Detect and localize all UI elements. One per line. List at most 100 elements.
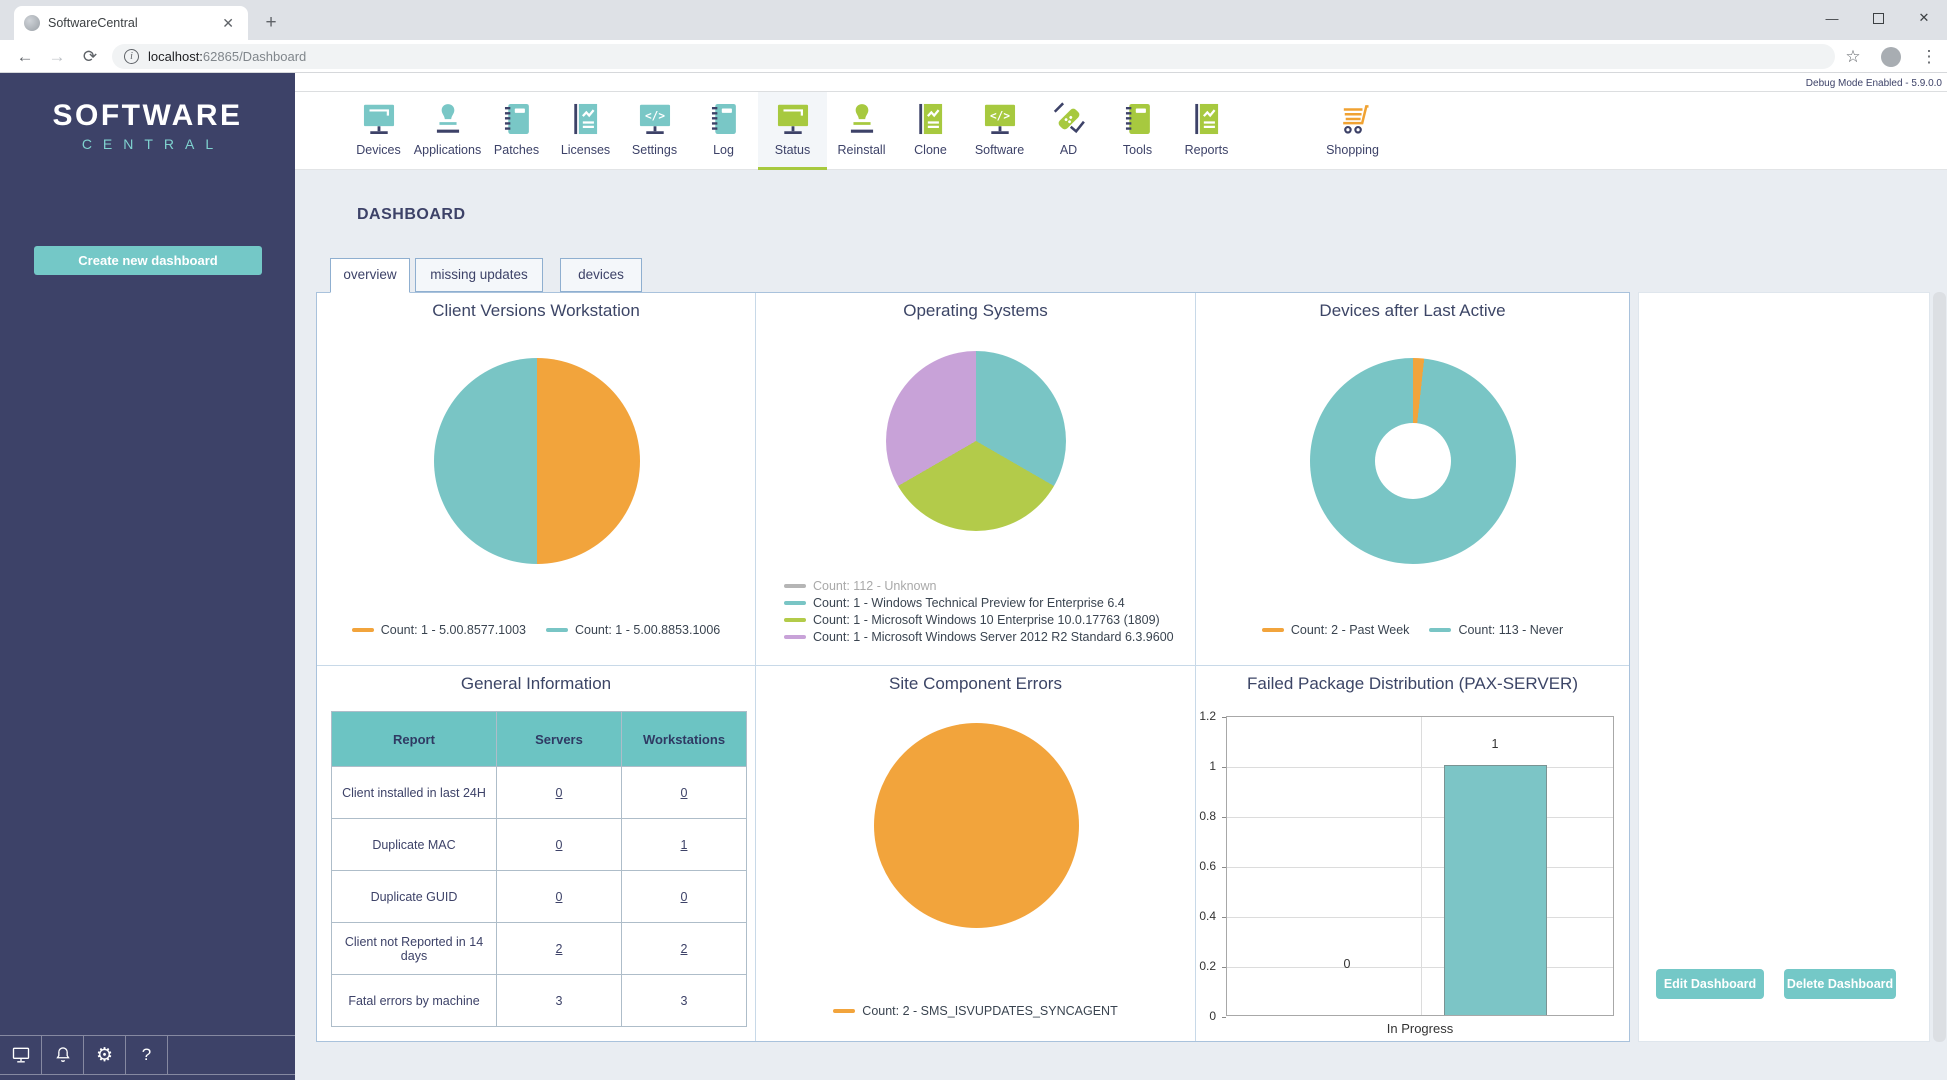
axis-tick bbox=[1222, 817, 1226, 818]
y-axis-tick-label: 1.2 bbox=[1190, 709, 1216, 723]
notebook-icon bbox=[497, 99, 537, 139]
minimize-button[interactable]: — bbox=[1809, 0, 1855, 36]
table-row: Duplicate MAC01 bbox=[332, 819, 747, 871]
toolbar-item-status[interactable]: Status bbox=[758, 92, 827, 170]
edit-dashboard-button[interactable]: Edit Dashboard bbox=[1656, 969, 1764, 999]
toolbar-item-shopping[interactable]: Shopping bbox=[1318, 92, 1387, 170]
create-new-dashboard-button[interactable]: Create new dashboard bbox=[34, 246, 262, 275]
bookmark-star-icon[interactable]: ☆ bbox=[1838, 40, 1868, 73]
workstations-count-cell: 0 bbox=[622, 767, 747, 819]
toolbar-item-software[interactable]: </>Software bbox=[965, 92, 1034, 170]
legend-label: Count: 1 - Windows Technical Preview for… bbox=[813, 596, 1125, 610]
table-header-servers: Servers bbox=[497, 712, 622, 767]
widget-title: Operating Systems bbox=[756, 301, 1195, 321]
toolbar-item-ad[interactable]: AD bbox=[1034, 92, 1103, 170]
count-link[interactable]: 0 bbox=[681, 786, 688, 800]
widget-title: Client Versions Workstation bbox=[317, 301, 755, 321]
pie-chart bbox=[434, 358, 640, 564]
workstations-count-cell: 1 bbox=[622, 819, 747, 871]
table-row: Client installed in last 24H 0 0 bbox=[332, 767, 747, 819]
toolbar-item-tools[interactable]: Tools bbox=[1103, 92, 1172, 170]
close-button[interactable]: ✕ bbox=[1901, 0, 1947, 36]
chart-legend-item[interactable]: Count: 1 - Windows Technical Preview for… bbox=[784, 596, 1174, 610]
toolbar-item-devices[interactable]: Devices bbox=[344, 92, 413, 170]
notebook-icon bbox=[1118, 99, 1158, 139]
notifications-bell-icon[interactable] bbox=[42, 1036, 84, 1074]
count-link[interactable]: 2 bbox=[681, 942, 688, 956]
debug-strip: Debug Mode Enabled - 5.9.0.0 bbox=[295, 73, 1947, 92]
chart-legend-item[interactable]: Count: 2 - SMS_ISVUPDATES_SYNCAGENT bbox=[833, 1004, 1117, 1018]
workstations-count-cell: 3 bbox=[622, 975, 747, 1027]
app-logo: SOFTWARE CENTRAL bbox=[0, 73, 295, 152]
dashboard-panel: Client Versions Workstation Count: 1 - 5.… bbox=[316, 292, 1630, 1042]
forward-icon[interactable]: → bbox=[42, 40, 72, 73]
legend-dash bbox=[546, 628, 568, 632]
axis-tick bbox=[1222, 1017, 1226, 1018]
window-controls: — ✕ bbox=[1809, 0, 1947, 36]
notebook-icon bbox=[704, 99, 744, 139]
toolbar-item-reinstall[interactable]: Reinstall bbox=[827, 92, 896, 170]
page-scrollbar[interactable] bbox=[1933, 292, 1946, 1042]
back-icon[interactable]: ← bbox=[10, 40, 40, 73]
toolbar-item-reports[interactable]: Reports bbox=[1172, 92, 1241, 170]
remote-desktop-icon[interactable] bbox=[0, 1036, 42, 1074]
bar-value-label: 0 bbox=[1327, 957, 1367, 971]
count-link[interactable]: 0 bbox=[681, 890, 688, 904]
gridline bbox=[1227, 817, 1613, 818]
reload-icon[interactable]: ⟳ bbox=[75, 40, 105, 73]
toolbar-item-settings[interactable]: </>Settings bbox=[620, 92, 689, 170]
tab-devices[interactable]: devices bbox=[560, 258, 642, 292]
browser-tab[interactable]: SoftwareCentral ✕ bbox=[14, 6, 248, 40]
toolbar-item-patches[interactable]: Patches bbox=[482, 92, 551, 170]
table-row: Fatal errors by machine33 bbox=[332, 975, 747, 1027]
bar-in-progress bbox=[1444, 765, 1547, 1015]
chart-legend-item[interactable]: Count: 2 - Past Week bbox=[1262, 623, 1410, 637]
widget-general-information: General InformationReportServersWorkstat… bbox=[317, 666, 756, 1041]
chart-legend-item[interactable]: Count: 1 - 5.00.8853.1006 bbox=[546, 623, 720, 637]
legend-dash bbox=[784, 618, 806, 622]
tab-close-icon[interactable]: ✕ bbox=[218, 15, 238, 32]
code-monitor-icon: </> bbox=[635, 99, 675, 139]
url-path: 62865/Dashboard bbox=[203, 49, 306, 64]
tab-missing-updates[interactable]: missing updates bbox=[415, 258, 543, 292]
page-info-icon[interactable]: i bbox=[124, 49, 139, 64]
cart-icon bbox=[1333, 99, 1373, 139]
new-tab-button[interactable]: + bbox=[258, 10, 284, 36]
gridline bbox=[1227, 917, 1613, 918]
toolbar-item-licenses[interactable]: Licenses bbox=[551, 92, 620, 170]
help-icon[interactable]: ? bbox=[126, 1036, 168, 1074]
profile-avatar[interactable] bbox=[1881, 47, 1901, 67]
maximize-button[interactable] bbox=[1855, 0, 1901, 36]
count-link[interactable]: 0 bbox=[556, 890, 563, 904]
chart-legend-item[interactable]: Count: 1 - Microsoft Windows 10 Enterpri… bbox=[784, 613, 1174, 627]
tab-overview[interactable]: overview bbox=[330, 258, 410, 293]
count-link[interactable]: 0 bbox=[556, 838, 563, 852]
donut-hole bbox=[1375, 423, 1451, 499]
chart-legend-item[interactable]: Count: 113 - Never bbox=[1429, 623, 1563, 637]
browser-menu-icon[interactable]: ⋮ bbox=[1914, 40, 1944, 73]
chart-legend: Count: 112 - Unknown Count: 1 - Windows T… bbox=[784, 579, 1174, 644]
legend-label: Count: 2 - Past Week bbox=[1291, 623, 1410, 637]
legend-label: Count: 113 - Never bbox=[1458, 623, 1563, 637]
report-name-cell: Client installed in last 24H bbox=[332, 767, 497, 819]
chart-legend-item[interactable]: Count: 1 - 5.00.8577.1003 bbox=[352, 623, 526, 637]
y-axis-tick-label: 1 bbox=[1190, 759, 1216, 773]
count-link[interactable]: 1 bbox=[681, 838, 688, 852]
legend-label: Count: 1 - Microsoft Windows Server 2012… bbox=[813, 630, 1174, 644]
url-host: localhost: bbox=[148, 49, 203, 64]
settings-gear-icon[interactable]: ⚙ bbox=[84, 1036, 126, 1074]
monitor-icon bbox=[773, 99, 813, 139]
count-link[interactable]: 2 bbox=[556, 942, 563, 956]
chart-legend-item[interactable]: Count: 112 - Unknown bbox=[784, 579, 1174, 593]
url-input[interactable]: i localhost:62865/Dashboard bbox=[112, 44, 1835, 69]
delete-dashboard-button[interactable]: Delete Dashboard bbox=[1784, 969, 1896, 999]
chart-legend-item[interactable]: Count: 1 - Microsoft Windows Server 2012… bbox=[784, 630, 1174, 644]
toolbar-item-label: Shopping bbox=[1326, 143, 1379, 157]
toolbar-item-applications[interactable]: Applications bbox=[413, 92, 482, 170]
toolbar-item-clone[interactable]: Clone bbox=[896, 92, 965, 170]
table-row: Duplicate GUID00 bbox=[332, 871, 747, 923]
widget-title: General Information bbox=[317, 674, 755, 694]
count-link[interactable]: 0 bbox=[556, 786, 563, 800]
servers-count-cell: 2 bbox=[497, 923, 622, 975]
toolbar-item-log[interactable]: Log bbox=[689, 92, 758, 170]
